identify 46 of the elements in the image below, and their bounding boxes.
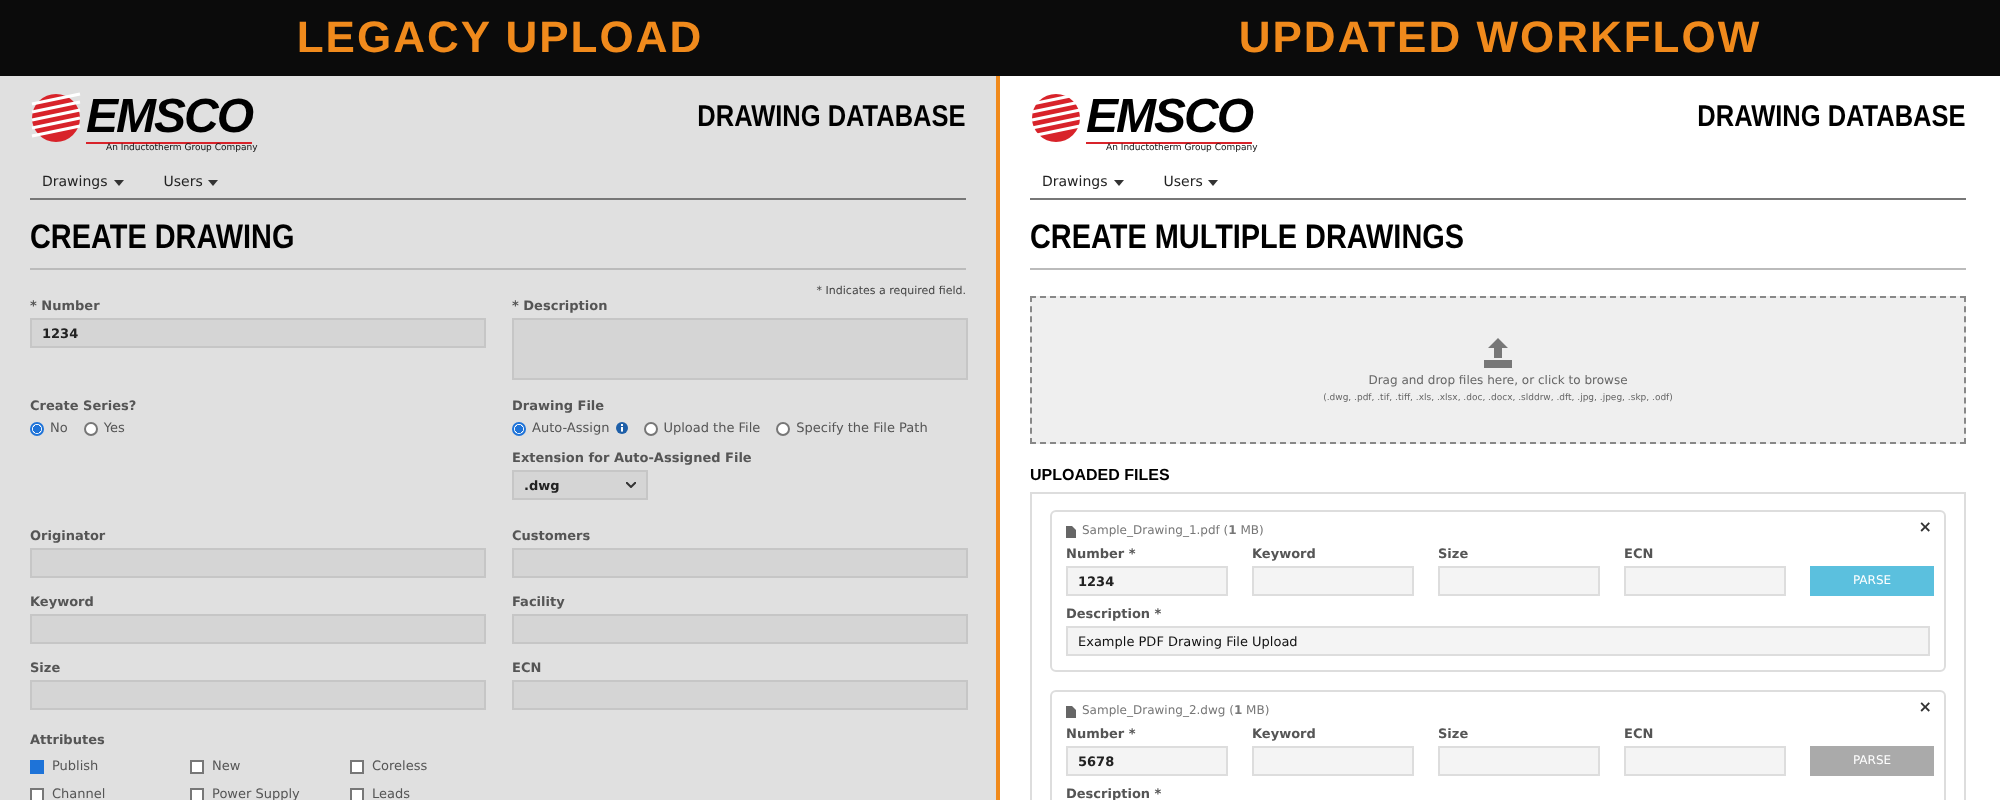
text-area[interactable] (512, 318, 968, 380)
file-icon (1066, 705, 1076, 717)
radio-button[interactable] (776, 421, 791, 435)
logo-icon (1030, 92, 1082, 144)
input-field[interactable] (512, 548, 968, 578)
close-button[interactable]: × (1918, 518, 1932, 536)
caret-icon (208, 179, 219, 185)
input-field[interactable] (1438, 746, 1600, 776)
radio-button[interactable] (30, 421, 44, 435)
input-field[interactable] (1624, 566, 1786, 596)
input-field[interactable] (512, 680, 968, 710)
section-title: UPLOADED FILES (1030, 466, 1172, 484)
input-field[interactable] (30, 548, 486, 578)
chevron-icon (626, 482, 636, 488)
caret-icon (1113, 179, 1124, 185)
input-field[interactable] (1252, 566, 1414, 596)
caret-icon (1208, 179, 1219, 185)
app-title: DRAWING DATABASE (1697, 100, 1966, 134)
page-title: CREATE DRAWING (30, 218, 295, 258)
input-field[interactable] (30, 614, 486, 644)
logo-icon (30, 92, 82, 144)
page-title: CREATE MULTIPLE DRAWINGS (1030, 218, 1465, 258)
checkbox[interactable] (350, 787, 364, 800)
logo-text: EMSCO (86, 93, 253, 143)
input-field[interactable] (30, 680, 486, 710)
section-heading: LEGACY UPLOAD (296, 12, 704, 64)
checkbox[interactable] (30, 759, 44, 773)
input-field[interactable] (1252, 746, 1414, 776)
close-button[interactable]: × (1918, 698, 1932, 716)
app-title: DRAWING DATABASE (697, 100, 966, 134)
checkbox[interactable] (190, 759, 204, 773)
caret-icon (113, 179, 124, 185)
file-icon (1066, 525, 1076, 537)
logo-text: EMSCO (1086, 93, 1253, 143)
checkbox[interactable] (190, 787, 204, 800)
radio-button[interactable] (643, 421, 658, 435)
checkbox[interactable] (30, 787, 44, 800)
upload-icon (1482, 337, 1514, 367)
input-field[interactable] (1624, 746, 1786, 776)
input-field[interactable] (512, 614, 968, 644)
info-icon (615, 422, 628, 434)
radio-button[interactable] (83, 421, 98, 435)
checkbox[interactable] (350, 759, 364, 773)
radio-button[interactable] (512, 421, 526, 435)
input-field[interactable] (1438, 566, 1600, 596)
section-heading: UPDATED WORKFLOW (1238, 12, 1762, 64)
